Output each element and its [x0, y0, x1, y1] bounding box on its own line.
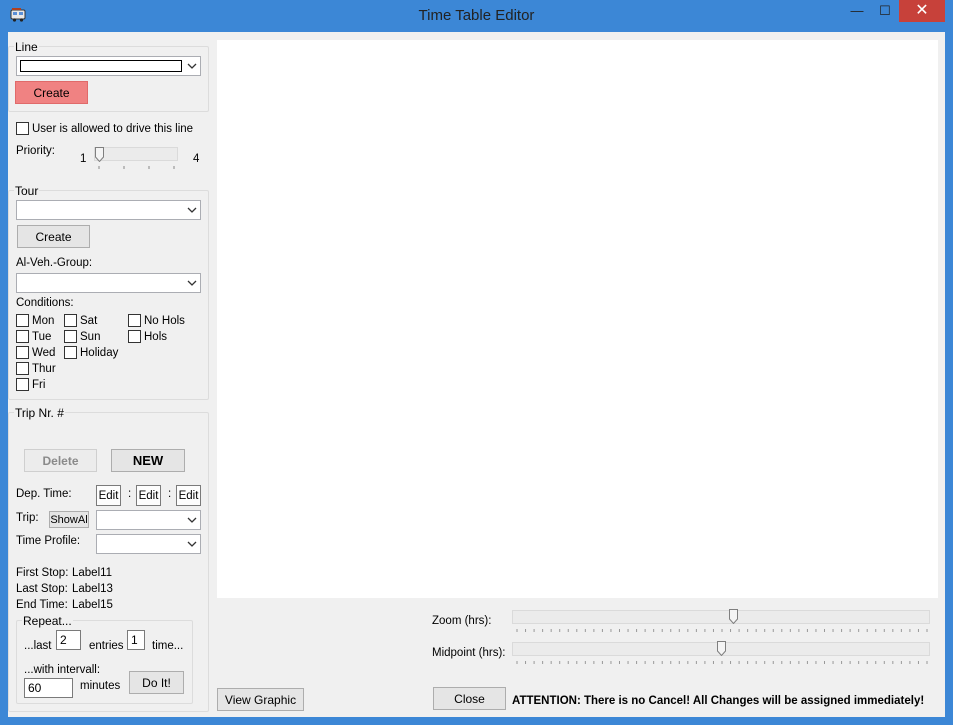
view-graphic-button[interactable]: View Graphic: [217, 688, 304, 711]
dep-time-hours-edit[interactable]: Edit: [96, 485, 121, 506]
midpoint-label: Midpoint (hrs):: [432, 647, 506, 659]
tour-combo[interactable]: [16, 200, 201, 220]
wed-checkbox[interactable]: [16, 346, 29, 359]
priority-slider-track[interactable]: [94, 147, 178, 161]
end-time-label: End Time:: [16, 599, 68, 611]
user-allowed-label: User is allowed to drive this line: [32, 123, 194, 135]
last-stop-value: Label13: [72, 583, 113, 595]
line-group-label: Line: [14, 40, 39, 54]
times-input[interactable]: 1: [127, 630, 145, 650]
mon-checkbox[interactable]: [16, 314, 29, 327]
midpoint-slider-ticks: [516, 661, 928, 664]
tour-group-label: Tour: [14, 184, 40, 198]
close-button[interactable]: Close: [433, 687, 506, 710]
chevron-down-icon: [187, 207, 197, 213]
sat-label: Sat: [80, 315, 98, 327]
end-time-value: Label15: [72, 599, 113, 611]
maximize-button[interactable]: ☐: [871, 0, 899, 22]
first-stop-label: First Stop:: [16, 567, 69, 579]
trip-label: Trip:: [16, 512, 39, 524]
chevron-down-icon: [187, 517, 197, 523]
zoom-slider-track[interactable]: [512, 610, 930, 624]
midpoint-slider-thumb[interactable]: [716, 641, 726, 656]
priority-slider-thumb[interactable]: [95, 147, 104, 162]
time-table-editor-window: Time Table Editor — ☐ ✕ Line Create User…: [0, 0, 953, 725]
dep-time-seconds-edit[interactable]: Edit: [176, 485, 201, 506]
hols-checkbox[interactable]: [128, 330, 141, 343]
chevron-down-icon: [187, 63, 197, 69]
dep-time-label: Dep. Time:: [16, 488, 72, 500]
dep-time-minutes-edit[interactable]: Edit: [136, 485, 161, 506]
trip-group-label: Trip Nr. #: [14, 406, 65, 420]
no-hols-checkbox[interactable]: [128, 314, 141, 327]
entries-input[interactable]: 2: [56, 630, 81, 650]
trip-combo[interactable]: [96, 510, 201, 530]
new-trip-button[interactable]: NEW: [111, 449, 185, 472]
hols-label: Hols: [144, 331, 168, 343]
mon-label: Mon: [32, 315, 55, 327]
thur-label: Thur: [32, 363, 56, 375]
fri-checkbox[interactable]: [16, 378, 29, 391]
conditions-label: Conditions:: [16, 297, 74, 309]
repeat-last-label: ...last: [24, 640, 52, 652]
wed-label: Wed: [32, 347, 56, 359]
priority-min-label: 1: [80, 153, 87, 165]
zoom-slider-ticks: [516, 629, 928, 632]
first-stop-value: Label11: [72, 567, 113, 579]
no-hols-label: No Hols: [144, 315, 185, 327]
tue-checkbox[interactable]: [16, 330, 29, 343]
close-window-button[interactable]: ✕: [899, 0, 945, 22]
user-allowed-checkbox[interactable]: [16, 122, 29, 135]
dep-time-colon-2: :: [168, 488, 172, 500]
repeat-group-label: Repeat...: [22, 614, 73, 628]
thur-checkbox[interactable]: [16, 362, 29, 375]
entries-label: entries: [89, 640, 124, 652]
interval-label: ...with intervall:: [24, 664, 101, 676]
zoom-label: Zoom (hrs):: [432, 615, 492, 627]
minimize-button[interactable]: —: [843, 0, 871, 22]
window-title: Time Table Editor: [418, 7, 535, 24]
vehicle-group-combo[interactable]: [16, 273, 201, 293]
sat-checkbox[interactable]: [64, 314, 77, 327]
attention-message: ATTENTION: There is no Cancel! All Chang…: [512, 695, 925, 707]
client-area: Line Create User is allowed to drive thi…: [8, 32, 945, 717]
chevron-down-icon: [187, 280, 197, 286]
zoom-slider-thumb[interactable]: [728, 609, 738, 624]
times-label: time...: [152, 640, 184, 652]
line-combo[interactable]: [16, 56, 201, 76]
line-combo-focus: [20, 60, 182, 72]
sun-checkbox[interactable]: [64, 330, 77, 343]
sun-label: Sun: [80, 331, 101, 343]
time-profile-label: Time Profile:: [16, 535, 81, 547]
timetable-graphic-canvas[interactable]: [217, 40, 938, 598]
fri-label: Fri: [32, 379, 46, 391]
chevron-down-icon: [187, 541, 197, 547]
show-all-button[interactable]: ShowAl: [49, 511, 89, 528]
tue-label: Tue: [32, 331, 52, 343]
interval-input[interactable]: 60: [24, 678, 73, 698]
priority-slider-ticks: [98, 166, 175, 169]
priority-label: Priority:: [16, 145, 55, 157]
create-line-button[interactable]: Create: [15, 81, 88, 104]
priority-max-label: 4: [193, 153, 200, 165]
dep-time-colon-1: :: [128, 488, 132, 500]
last-stop-label: Last Stop:: [16, 583, 68, 595]
holiday-checkbox[interactable]: [64, 346, 77, 359]
delete-trip-button[interactable]: Delete: [24, 449, 97, 472]
vehicle-group-label: Al-Veh.-Group:: [16, 257, 93, 269]
holiday-label: Holiday: [80, 347, 119, 359]
title-bar[interactable]: Time Table Editor — ☐ ✕: [0, 0, 953, 32]
time-profile-combo[interactable]: [96, 534, 201, 554]
do-it-button[interactable]: Do It!: [129, 671, 184, 694]
minutes-label: minutes: [80, 680, 121, 692]
create-tour-button[interactable]: Create: [17, 225, 90, 248]
